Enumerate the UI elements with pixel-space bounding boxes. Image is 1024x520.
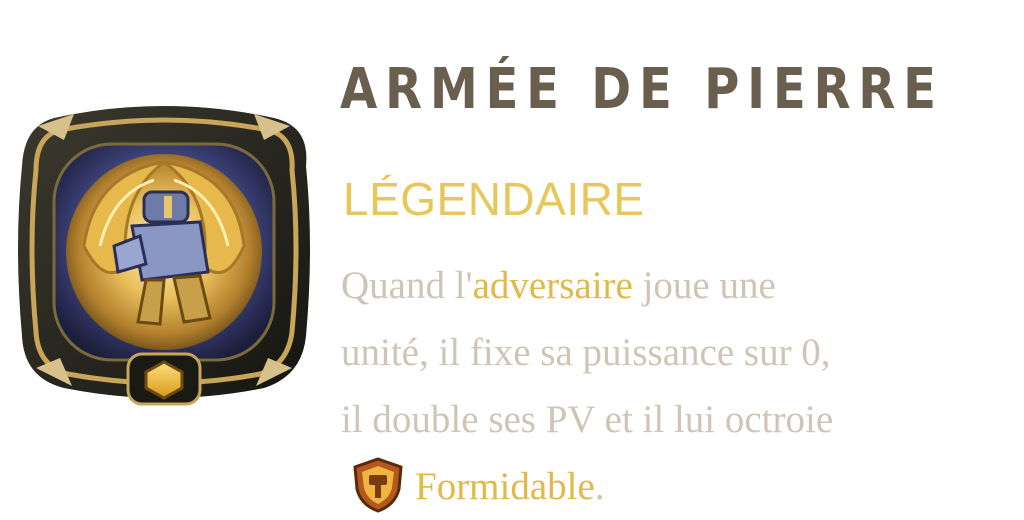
description-line-3: il double ses PV et il lui octroie — [341, 398, 834, 441]
card-name: ARMÉE DE PIERRE — [340, 57, 944, 122]
keyword-formidable[interactable]: Formidable — [415, 465, 595, 508]
keyword-adversaire[interactable]: adversaire — [473, 264, 633, 307]
description-text: Quand l' — [341, 264, 473, 307]
card-art-icon — [14, 96, 314, 408]
card-description: Quand l'adversaire joue une unité, il fi… — [341, 252, 1021, 520]
description-line-1: Quand l'adversaire joue une — [341, 252, 1021, 319]
description-text: . — [594, 465, 605, 508]
description-line-4: Formidable. — [341, 453, 1021, 520]
formidable-shield-icon — [351, 457, 405, 513]
description-text: joue une — [632, 264, 776, 307]
description-line-2: unité, il fixe sa puissance sur 0, — [341, 331, 831, 374]
rarity-label: LÉGENDAIRE — [343, 173, 645, 225]
